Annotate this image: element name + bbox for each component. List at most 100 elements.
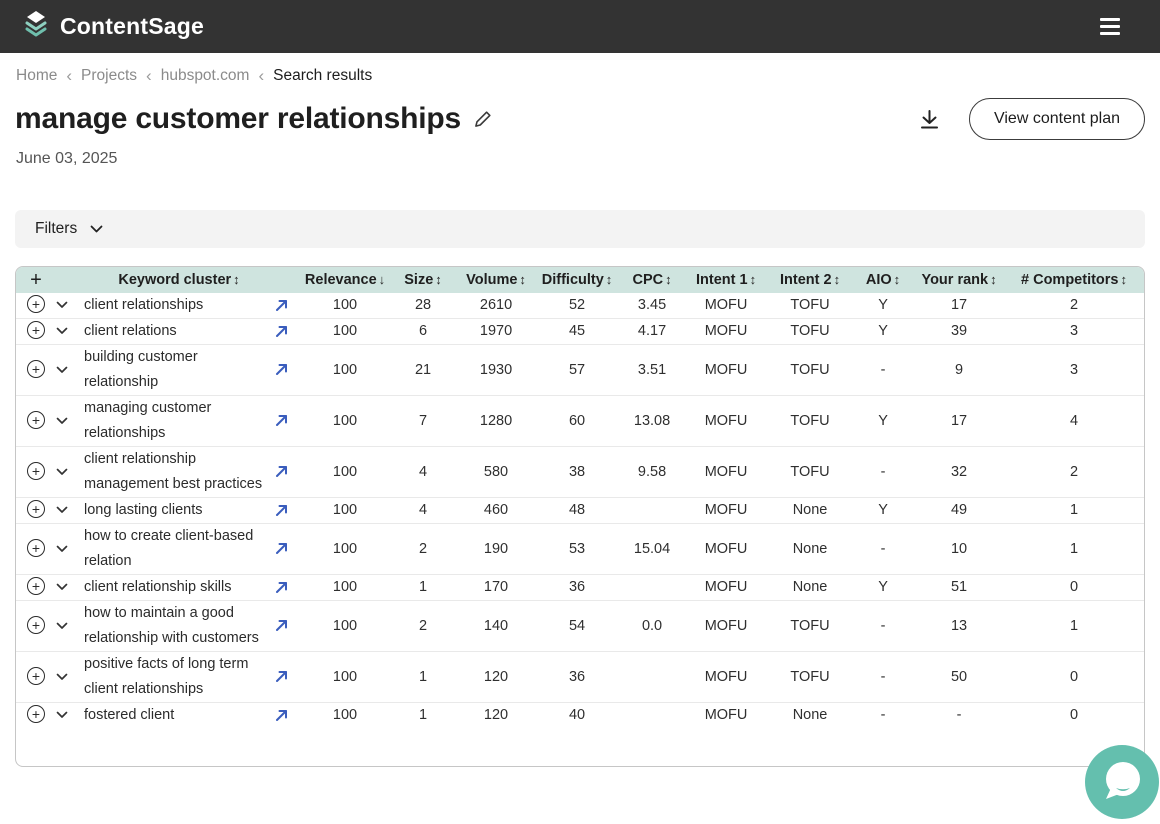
- chevron-down-icon[interactable]: [56, 545, 68, 553]
- keyword-text: client relations: [84, 323, 177, 339]
- open-keyword-icon[interactable]: [274, 413, 289, 428]
- column-header-volume[interactable]: Volume↕: [458, 267, 534, 293]
- cell-intent2: TOFU: [768, 345, 852, 396]
- open-keyword-icon[interactable]: [274, 618, 289, 633]
- cell-intent1: MOFU: [684, 293, 768, 319]
- column-header-your_rank[interactable]: Your rank↕: [914, 267, 1004, 293]
- cell-competitors: 2: [1004, 293, 1144, 319]
- expand-row-icon[interactable]: +: [27, 539, 45, 557]
- chevron-down-icon[interactable]: [56, 506, 68, 514]
- breadcrumb-site[interactable]: hubspot.com: [161, 67, 250, 85]
- cell-relevance: 100: [302, 703, 388, 729]
- cell-intent2: None: [768, 575, 852, 601]
- chevron-down-icon[interactable]: [56, 622, 68, 630]
- breadcrumb-home[interactable]: Home: [16, 67, 57, 85]
- cell-intent2: TOFU: [768, 601, 852, 652]
- column-header-aio[interactable]: AIO↕: [852, 267, 914, 293]
- open-keyword-icon[interactable]: [274, 541, 289, 556]
- open-keyword-icon[interactable]: [274, 464, 289, 479]
- column-header-difficulty[interactable]: Difficulty↕: [534, 267, 620, 293]
- page-title: manage customer relationships: [15, 102, 461, 136]
- cell-relevance: 100: [302, 498, 388, 524]
- table-row: +positive facts of long term client rela…: [16, 652, 1144, 703]
- sort-icon[interactable]: ↕: [519, 272, 526, 287]
- sort-icon[interactable]: ↕: [834, 272, 841, 287]
- cell-cpc: 0.0: [620, 601, 684, 652]
- column-header-cpc[interactable]: CPC↕: [620, 267, 684, 293]
- sort-icon[interactable]: ↕: [606, 272, 613, 287]
- cell-intent2: TOFU: [768, 293, 852, 319]
- chevron-down-icon[interactable]: [56, 366, 68, 374]
- cell-intent1: MOFU: [684, 319, 768, 345]
- expand-row-icon[interactable]: +: [27, 462, 45, 480]
- chevron-down-icon[interactable]: [56, 583, 68, 591]
- add-column-button[interactable]: +: [16, 267, 56, 293]
- expand-row-icon[interactable]: +: [27, 500, 45, 518]
- cell-volume: 580: [458, 447, 534, 498]
- sort-icon[interactable]: ↕: [750, 272, 757, 287]
- cell-cpc: [620, 652, 684, 703]
- column-header-relevance[interactable]: Relevance↓: [302, 267, 388, 293]
- column-header-keyword[interactable]: Keyword cluster↕: [56, 267, 302, 293]
- cell-competitors: 0: [1004, 652, 1144, 703]
- cell-your_rank: 17: [914, 293, 1004, 319]
- menu-icon[interactable]: [1100, 18, 1120, 35]
- sort-icon[interactable]: ↕: [990, 272, 997, 287]
- expand-row-icon[interactable]: +: [27, 295, 45, 313]
- cell-your_rank: 49: [914, 498, 1004, 524]
- cell-size: 7: [388, 396, 458, 447]
- cell-relevance: 100: [302, 652, 388, 703]
- column-header-intent1[interactable]: Intent 1↕: [684, 267, 768, 293]
- open-keyword-icon[interactable]: [274, 503, 289, 518]
- chevron-down-icon[interactable]: [56, 301, 68, 309]
- sort-icon[interactable]: ↓: [379, 272, 386, 287]
- cell-volume: 120: [458, 652, 534, 703]
- table-row: +building customer relationship100211930…: [16, 345, 1144, 396]
- cell-relevance: 100: [302, 447, 388, 498]
- expand-row-icon[interactable]: +: [27, 616, 45, 634]
- expand-row-icon[interactable]: +: [27, 411, 45, 429]
- chevron-down-icon[interactable]: [56, 468, 68, 476]
- table-header-row: +Keyword cluster↕Relevance↓Size↕Volume↕D…: [16, 267, 1144, 293]
- cell-your_rank: 51: [914, 575, 1004, 601]
- cell-difficulty: 52: [534, 293, 620, 319]
- chevron-down-icon[interactable]: [56, 711, 68, 719]
- cell-size: 1: [388, 703, 458, 729]
- cell-competitors: 0: [1004, 703, 1144, 729]
- sort-icon[interactable]: ↕: [435, 272, 442, 287]
- column-header-size[interactable]: Size↕: [388, 267, 458, 293]
- chevron-down-icon[interactable]: [56, 417, 68, 425]
- expand-row-icon[interactable]: +: [27, 321, 45, 339]
- keyword-text: how to maintain a good relationship with…: [84, 605, 259, 646]
- view-content-plan-button[interactable]: View content plan: [969, 98, 1145, 140]
- breadcrumb-separator: ‹: [66, 66, 72, 86]
- brand-logo[interactable]: ContentSage: [22, 10, 204, 43]
- download-icon[interactable]: [918, 108, 941, 131]
- expand-row-icon[interactable]: +: [27, 360, 45, 378]
- chevron-down-icon[interactable]: [56, 673, 68, 681]
- sort-icon[interactable]: ↕: [894, 272, 901, 287]
- open-keyword-icon[interactable]: [274, 362, 289, 377]
- open-keyword-icon[interactable]: [274, 298, 289, 313]
- keyword-text: building customer relationship: [84, 349, 198, 390]
- expand-row-icon[interactable]: +: [27, 705, 45, 723]
- sort-icon[interactable]: ↕: [233, 272, 240, 287]
- column-header-intent2[interactable]: Intent 2↕: [768, 267, 852, 293]
- open-keyword-icon[interactable]: [274, 708, 289, 723]
- edit-title-icon[interactable]: [473, 109, 493, 129]
- open-keyword-icon[interactable]: [274, 324, 289, 339]
- open-keyword-icon[interactable]: [274, 580, 289, 595]
- expand-row-icon[interactable]: +: [27, 667, 45, 685]
- sort-icon[interactable]: ↕: [1121, 272, 1128, 287]
- expand-row-icon[interactable]: +: [27, 577, 45, 595]
- cell-size: 4: [388, 498, 458, 524]
- breadcrumb-projects[interactable]: Projects: [81, 67, 137, 85]
- filters-dropdown[interactable]: Filters: [15, 210, 1145, 248]
- column-header-competitors[interactable]: # Competitors↕: [1004, 267, 1144, 293]
- open-keyword-icon[interactable]: [274, 669, 289, 684]
- sort-icon[interactable]: ↕: [665, 272, 672, 287]
- chat-launcher-button[interactable]: [1085, 745, 1159, 819]
- cell-cpc: 4.17: [620, 319, 684, 345]
- keyword-text: fostered client: [84, 707, 174, 723]
- chevron-down-icon[interactable]: [56, 327, 68, 335]
